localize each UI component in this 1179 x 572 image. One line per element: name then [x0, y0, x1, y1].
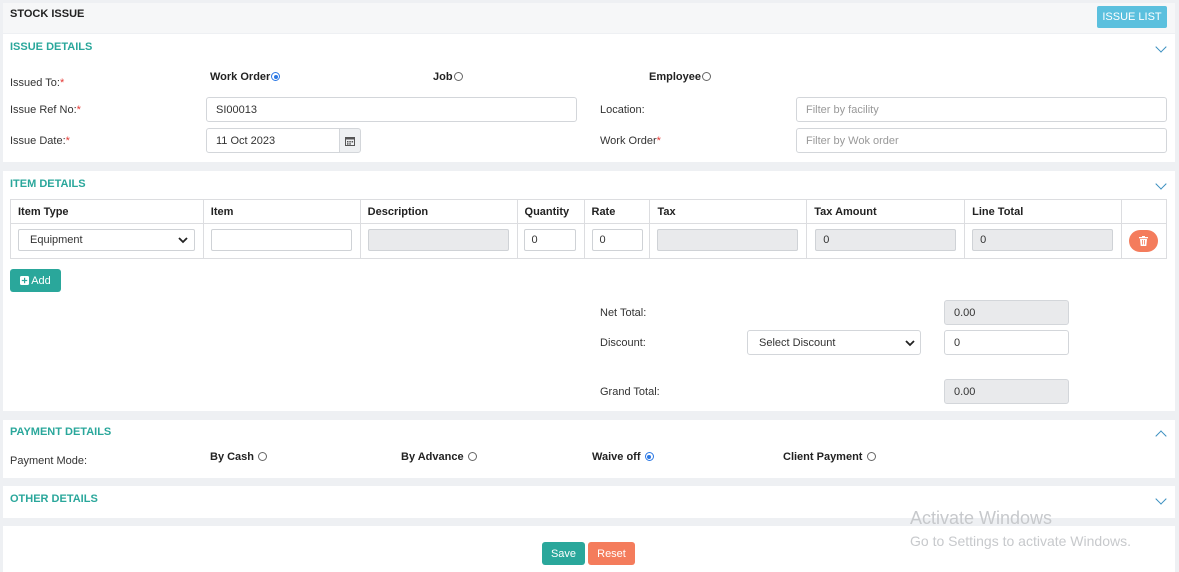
- issue-ref-input[interactable]: SI00013: [206, 97, 577, 122]
- chevron-up-icon[interactable]: [1155, 430, 1167, 442]
- net-total-label: Net Total:: [600, 307, 647, 319]
- radio-employee[interactable]: Employee: [649, 71, 711, 83]
- add-item-button[interactable]: Add: [10, 269, 61, 292]
- issue-details-panel: ISSUE DETAILS Issued To:* Work Order Job…: [3, 34, 1175, 162]
- radio-client-payment[interactable]: Client Payment: [783, 451, 876, 463]
- work-order-filter-input[interactable]: Filter by Wok order: [796, 128, 1167, 153]
- issue-date-label: Issue Date:*: [10, 135, 70, 147]
- item-details-panel: ITEM DETAILS Item Type Item Description …: [3, 171, 1175, 411]
- save-button[interactable]: Save: [542, 542, 585, 565]
- radio-waive-off[interactable]: Waive off: [592, 451, 654, 463]
- tax-amount-input: 0: [815, 229, 957, 251]
- items-table: Item Type Item Description Quantity Rate…: [10, 199, 1168, 259]
- activation-watermark-title: Activate Windows: [910, 508, 1053, 528]
- radio-icon[interactable]: [701, 72, 711, 81]
- chevron-down-icon[interactable]: [1155, 178, 1167, 190]
- radio-selected-icon[interactable]: [271, 72, 281, 81]
- work-order-label: Work Order*: [600, 135, 661, 147]
- issue-date-input[interactable]: 11 Oct 2023: [206, 128, 340, 153]
- page-header: STOCK ISSUE ISSUE LIST: [3, 3, 1175, 33]
- net-total-value: 0.00: [944, 300, 1069, 325]
- column-header: Tax Amount: [806, 199, 966, 224]
- radio-by-cash[interactable]: By Cash: [210, 451, 268, 463]
- delete-row-button[interactable]: [1128, 230, 1158, 252]
- grand-total-value: 0.00: [944, 379, 1069, 404]
- chevron-down-icon[interactable]: [1155, 41, 1167, 53]
- location-filter-input[interactable]: Filter by facility: [796, 97, 1167, 122]
- issue-ref-label: Issue Ref No:*: [10, 104, 81, 116]
- table-row: Equipment 0 0 0 0: [10, 223, 1168, 259]
- issue-list-button[interactable]: ISSUE LIST: [1097, 6, 1167, 28]
- grand-total-label: Grand Total:: [600, 386, 660, 398]
- activation-watermark-subtitle: Go to Settings to activate Windows.: [910, 533, 1131, 549]
- discount-select[interactable]: Select Discount: [747, 330, 921, 355]
- other-details-heading[interactable]: OTHER DETAILS: [10, 493, 98, 505]
- radio-selected-icon[interactable]: [644, 452, 654, 461]
- plus-square-icon[interactable]: [20, 276, 30, 285]
- column-header: Description: [359, 199, 518, 224]
- issue-details-heading[interactable]: ISSUE DETAILS: [10, 41, 92, 53]
- column-header: Line Total: [964, 199, 1122, 224]
- chevron-down-icon[interactable]: [178, 237, 188, 244]
- chevron-down-icon[interactable]: [905, 340, 915, 347]
- location-label: Location:: [600, 104, 645, 116]
- radio-by-advance[interactable]: By Advance: [401, 451, 477, 463]
- payment-mode-label: Payment Mode:: [10, 455, 88, 467]
- radio-work-order[interactable]: Work Order: [210, 71, 281, 83]
- rate-input[interactable]: 0: [591, 229, 643, 251]
- item-input[interactable]: [210, 229, 352, 251]
- radio-job[interactable]: Job: [433, 71, 463, 83]
- radio-icon[interactable]: [258, 452, 268, 461]
- tax-input: [657, 229, 799, 251]
- item-type-select[interactable]: Equipment: [18, 229, 195, 251]
- radio-icon[interactable]: [866, 452, 876, 461]
- column-header: Item: [202, 199, 361, 224]
- radio-icon[interactable]: [453, 72, 463, 81]
- line-total-input: 0: [972, 229, 1114, 251]
- issued-to-label: Issued To:*: [10, 77, 65, 89]
- chevron-down-icon[interactable]: [1155, 493, 1167, 505]
- table-header-row: Item Type Item Description Quantity Rate…: [10, 199, 1168, 224]
- reset-button[interactable]: Reset: [588, 542, 635, 565]
- calendar-button[interactable]: [339, 128, 361, 153]
- discount-label: Discount:: [600, 337, 646, 349]
- column-header: Tax: [649, 199, 808, 224]
- item-details-heading[interactable]: ITEM DETAILS: [10, 178, 86, 190]
- column-header: Item Type: [10, 199, 204, 224]
- quantity-input[interactable]: 0: [523, 229, 576, 251]
- column-header: Rate: [583, 199, 651, 224]
- trash-icon[interactable]: [1138, 236, 1148, 246]
- column-header: Quantity: [516, 199, 585, 224]
- discount-value-input[interactable]: 0: [944, 330, 1069, 355]
- radio-icon[interactable]: [467, 452, 477, 461]
- add-label: Add: [31, 274, 51, 287]
- payment-details-heading[interactable]: PAYMENT DETAILS: [10, 426, 111, 438]
- payment-details-panel: PAYMENT DETAILS Payment Mode: By Cash By…: [3, 420, 1175, 478]
- page-title: STOCK ISSUE: [10, 8, 85, 20]
- description-input: [367, 229, 509, 251]
- calendar-icon[interactable]: [345, 136, 355, 146]
- column-header-actions: [1120, 199, 1168, 224]
